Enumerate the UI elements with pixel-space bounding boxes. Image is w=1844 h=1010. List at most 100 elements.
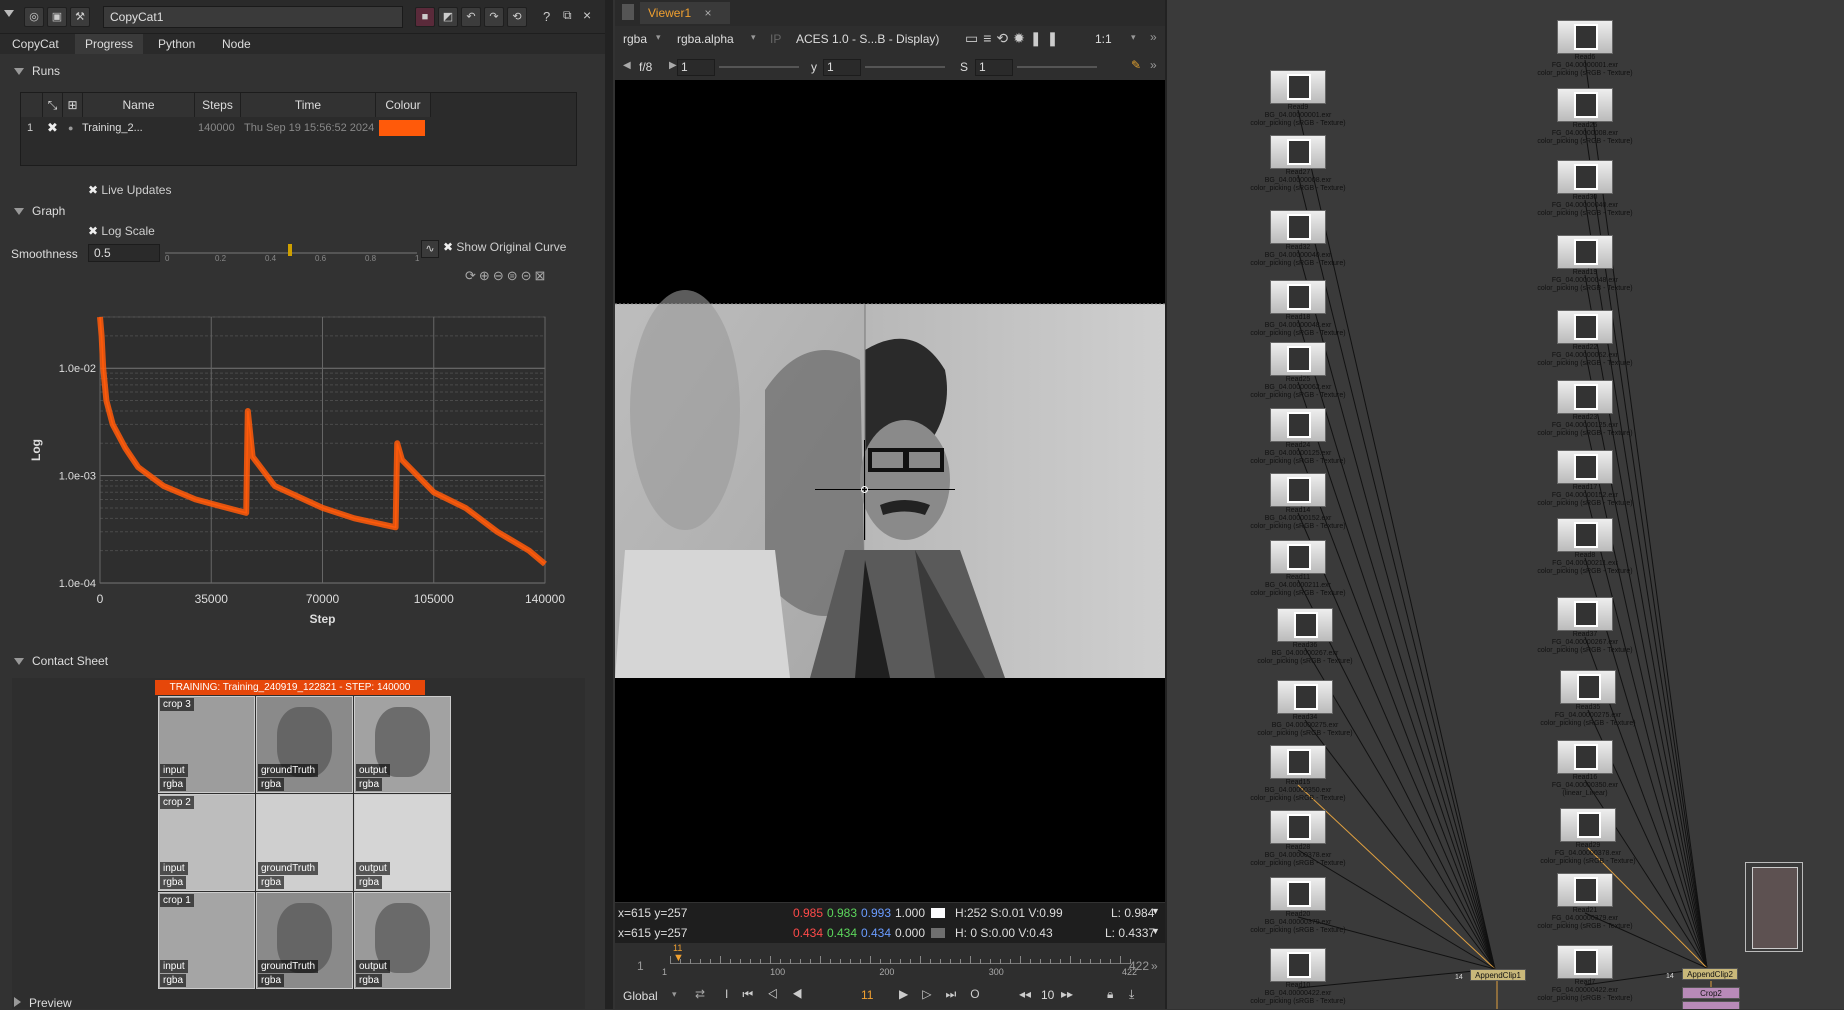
read-node[interactable]	[1270, 473, 1326, 507]
read-node[interactable]	[1277, 680, 1333, 714]
curve-icon[interactable]: ∿	[421, 240, 439, 258]
fit-icon[interactable]: ⊠	[535, 268, 549, 283]
read-node[interactable]	[1557, 20, 1613, 54]
last-frame-icon[interactable]: ⏭	[945, 987, 970, 1001]
more-icon[interactable]: »	[1150, 30, 1157, 44]
wipe-handle[interactable]	[861, 486, 868, 493]
gl-color-icon[interactable]: ◩	[438, 7, 458, 27]
timeline-out-frame[interactable]: 422	[1111, 959, 1149, 973]
export-icon[interactable]: ⤓	[1129, 987, 1134, 1002]
graph-section-header[interactable]: Graph	[14, 204, 65, 218]
visibility-header-icon[interactable]: ⤡	[43, 93, 63, 117]
append-clip-right-node[interactable]: AppendClip2	[1682, 968, 1738, 980]
undo-icon[interactable]: ↶	[461, 7, 481, 27]
run-colour-swatch[interactable]	[379, 120, 425, 136]
help-icon[interactable]: ?	[543, 9, 550, 24]
contact-cell[interactable]: output rgba	[354, 892, 451, 989]
read-node[interactable]	[1557, 873, 1613, 907]
lut-icon[interactable]: ≡	[983, 30, 996, 46]
runs-section-header[interactable]: Runs	[14, 64, 60, 78]
contact-cell[interactable]: crop 3 input rgba	[158, 696, 255, 793]
dag-minimap[interactable]	[1745, 862, 1803, 952]
steps-column-header[interactable]: Steps	[195, 93, 241, 117]
contact-sheet-header[interactable]: Contact Sheet	[14, 654, 108, 668]
wipe-crosshair-h[interactable]	[815, 489, 955, 490]
smoothness-input[interactable]: 0.5	[88, 244, 160, 262]
read-node[interactable]	[1557, 740, 1613, 774]
read-node[interactable]	[1277, 608, 1333, 642]
more-icon[interactable]: »	[1151, 959, 1158, 973]
transform-node[interactable]	[1682, 1001, 1740, 1009]
contact-cell[interactable]: groundTruth rgba	[256, 794, 353, 891]
saturation-slider[interactable]	[1017, 66, 1097, 68]
in-point-icon[interactable]: I	[725, 987, 742, 1001]
node-graph[interactable]: Read9 BG_04.00000001.exr color_picking (sR…	[1167, 0, 1844, 1009]
read-node[interactable]	[1557, 310, 1613, 344]
chevron-down-icon[interactable]: ▾	[656, 32, 661, 43]
read-node[interactable]	[1557, 235, 1613, 269]
read-node[interactable]	[1270, 745, 1326, 779]
run-delete-icon[interactable]: ✖	[47, 119, 58, 137]
tool-icon[interactable]: ⚒	[70, 7, 90, 27]
read-node[interactable]	[1557, 945, 1613, 979]
read-node[interactable]	[1557, 88, 1613, 122]
tab-node[interactable]: Node	[212, 34, 261, 54]
fstop-label[interactable]: f/8	[639, 60, 652, 74]
alpha-channel-dropdown[interactable]: rgba.alpha	[677, 32, 734, 46]
redo-icon[interactable]: ↷	[484, 7, 504, 27]
tab-copycat[interactable]: CopyCat	[2, 34, 69, 54]
chevron-down-icon[interactable]: ▾	[672, 989, 677, 1000]
gamma-input[interactable]: 1	[823, 59, 861, 76]
zoom-x-icon[interactable]: ⊜	[507, 268, 521, 283]
next-stop-icon[interactable]: ▶	[669, 60, 677, 71]
gamma-slider[interactable]	[865, 66, 945, 68]
color-swatch-icon[interactable]: ■	[415, 7, 435, 27]
read-node[interactable]	[1270, 135, 1326, 169]
tab-menu-icon[interactable]	[622, 4, 634, 20]
prev-keyframe-icon[interactable]: ◁	[767, 987, 792, 1001]
read-node[interactable]	[1270, 280, 1326, 314]
gain-slider[interactable]	[719, 66, 799, 68]
channels-dropdown[interactable]: rgba	[623, 32, 647, 46]
loop-icon[interactable]: ⇄	[695, 987, 705, 1001]
read-node[interactable]	[1270, 810, 1326, 844]
out-point-icon[interactable]: O	[970, 987, 993, 1001]
contact-cell[interactable]: crop 1 input rgba	[158, 892, 255, 989]
grid-header-icon[interactable]: ⊞	[63, 93, 83, 117]
sync-icon[interactable]: ⟲	[996, 30, 1013, 46]
smoothness-slider[interactable]: 0 0.2 0.4 0.6 0.8 1	[165, 242, 419, 264]
colorspace-dropdown[interactable]: ACES 1.0 - S...B - Display)	[796, 32, 939, 46]
read-node[interactable]	[1270, 70, 1326, 104]
name-column-header[interactable]: Name	[83, 93, 195, 117]
ip-toggle[interactable]: IP	[770, 32, 781, 46]
node-name-field[interactable]: CopyCat1	[103, 6, 403, 28]
revert-icon[interactable]: ⟲	[507, 7, 527, 27]
read-node[interactable]	[1270, 408, 1326, 442]
contact-cell[interactable]: output rgba	[354, 696, 451, 793]
read-node[interactable]	[1557, 380, 1613, 414]
plugin-icon[interactable]: ▣	[47, 7, 67, 27]
chevron-down-icon[interactable]: ▾	[751, 32, 756, 43]
minimap-viewport[interactable]	[1752, 867, 1798, 949]
skip-forward-icon[interactable]: ▸▸	[1061, 987, 1073, 1001]
colour-column-header[interactable]: Colour	[376, 93, 431, 117]
playhead-icon[interactable]: ▼	[673, 952, 684, 964]
viewer-canvas[interactable]	[615, 80, 1165, 902]
chevron-down-icon[interactable]: ▾	[1131, 32, 1136, 43]
read-node[interactable]	[1557, 450, 1613, 484]
next-keyframe-icon[interactable]: ▷	[922, 987, 945, 1001]
zoom-in-icon[interactable]: ⊕	[479, 268, 493, 283]
saturation-input[interactable]: 1	[975, 59, 1013, 76]
first-frame-icon[interactable]: ⏮	[742, 987, 767, 1001]
chevron-down-icon[interactable]: ▼	[1151, 926, 1160, 936]
contact-cell[interactable]: groundTruth rgba	[256, 892, 353, 989]
read-node[interactable]	[1270, 342, 1326, 376]
paint-icon[interactable]: ✎	[1131, 58, 1141, 72]
time-column-header[interactable]: Time	[241, 93, 376, 117]
close-icon[interactable]: ×	[583, 7, 591, 23]
contact-cell[interactable]: groundTruth rgba	[256, 696, 353, 793]
float-icon[interactable]: ⧉	[563, 8, 572, 23]
skip-back-icon[interactable]: ◂◂	[1019, 987, 1031, 1001]
lock-icon[interactable]: 🔒︎	[1107, 987, 1113, 1002]
read-node[interactable]	[1557, 518, 1613, 552]
